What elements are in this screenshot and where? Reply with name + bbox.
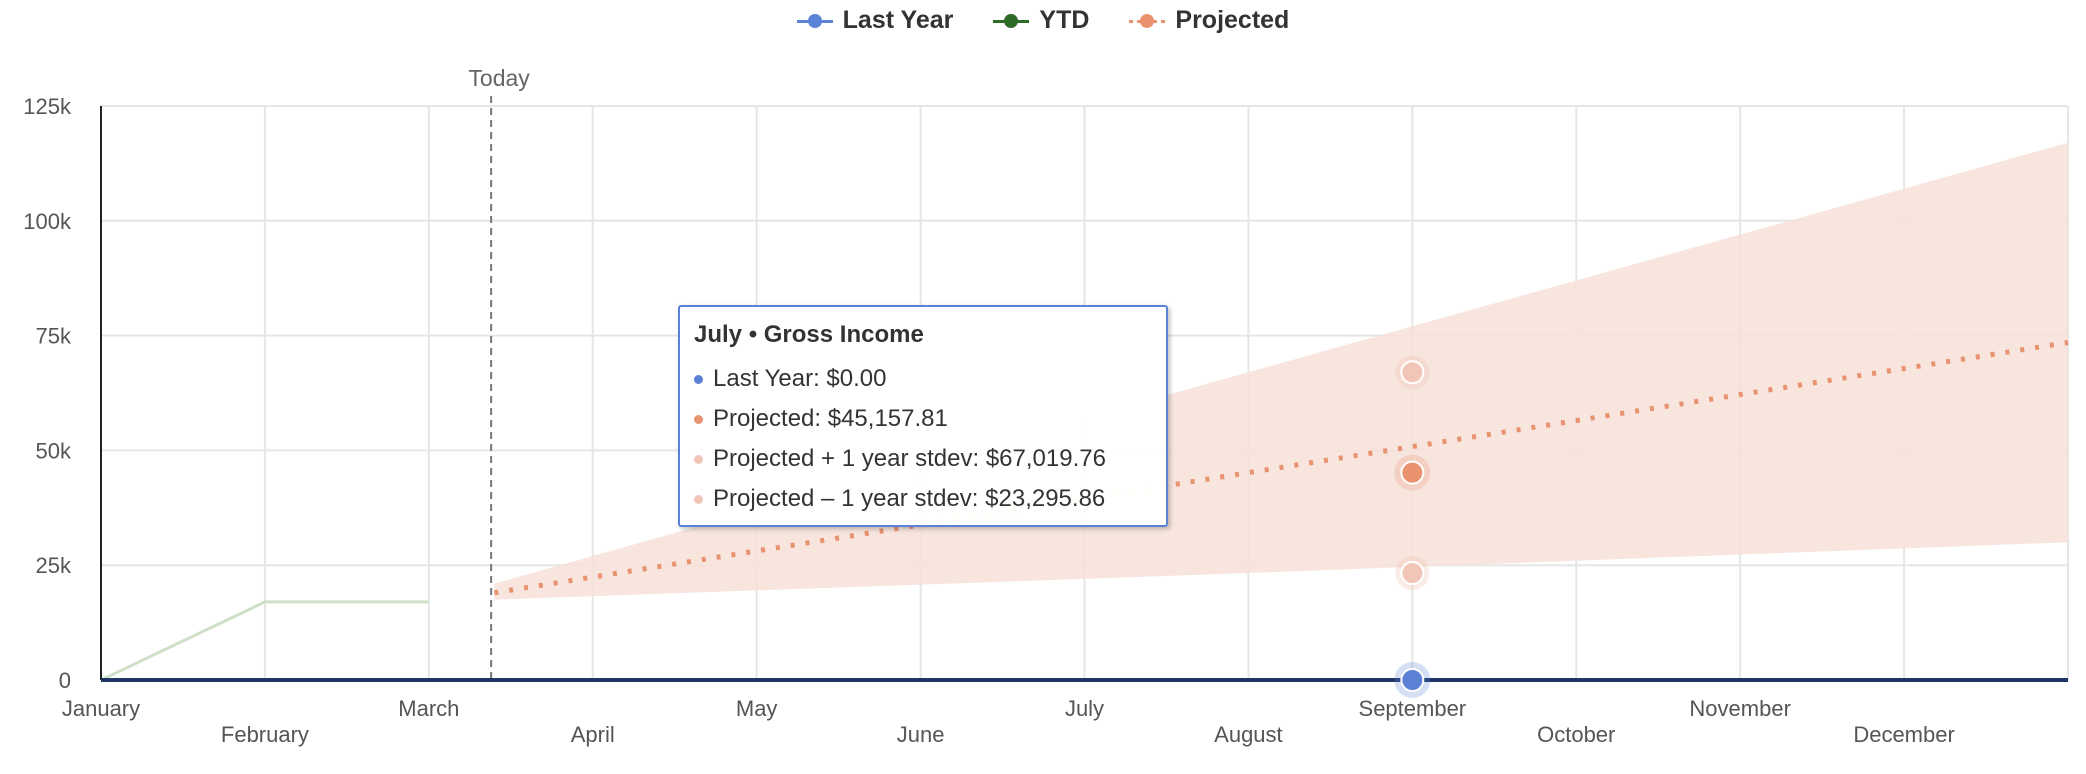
tooltip-dot-lower bbox=[694, 494, 703, 504]
y-tick-label: 100k bbox=[23, 209, 72, 234]
x-tick-label: April bbox=[571, 722, 615, 747]
y-tick-label: 0 bbox=[59, 668, 71, 693]
tooltip-row-upper: Projected + 1 year stdev: $67,019.76 bbox=[694, 439, 1152, 479]
x-tick-label: August bbox=[1214, 722, 1283, 747]
x-tick-label: November bbox=[1689, 696, 1790, 721]
x-tick-label: January bbox=[62, 696, 140, 721]
hover-point-upper bbox=[1400, 360, 1425, 385]
tooltip-text-projected: Projected: $45,157.81 bbox=[713, 405, 948, 432]
x-tick-label: December bbox=[1853, 722, 1954, 747]
x-tick-label: September bbox=[1359, 696, 1467, 721]
tooltip-title: July • Gross Income bbox=[694, 321, 924, 348]
tooltip-dot-last-year bbox=[694, 374, 703, 384]
tooltip-row-last-year: Last Year: $0.00 bbox=[694, 359, 1152, 399]
x-tick-label: October bbox=[1537, 722, 1615, 747]
y-tick-label: 75k bbox=[36, 324, 72, 349]
tooltip-row-lower: Projected – 1 year stdev: $23,295.86 bbox=[694, 479, 1152, 519]
x-tick-label: July bbox=[1065, 696, 1104, 721]
tooltip-row-projected: Projected: $45,157.81 bbox=[694, 399, 1152, 439]
tooltip-text-upper: Projected + 1 year stdev: $67,019.76 bbox=[713, 445, 1106, 472]
x-tick-label: February bbox=[221, 722, 309, 747]
x-tick-label: March bbox=[398, 696, 459, 721]
hover-point-lower bbox=[1400, 561, 1425, 586]
tooltip-text-last-year: Last Year: $0.00 bbox=[713, 365, 887, 392]
tooltip-text-lower: Projected – 1 year stdev: $23,295.86 bbox=[713, 485, 1106, 512]
x-tick-label: June bbox=[897, 722, 945, 747]
chart-tooltip: July • Gross Income Last Year: $0.00 Pro… bbox=[678, 305, 1168, 527]
y-tick-label: 25k bbox=[36, 553, 72, 578]
tooltip-dot-projected bbox=[694, 414, 703, 424]
y-tick-label: 50k bbox=[36, 438, 72, 463]
hover-point-projected bbox=[1400, 460, 1425, 485]
hover-point-last-year bbox=[1400, 668, 1425, 692]
tooltip-dot-upper bbox=[694, 454, 703, 464]
today-marker-label: Today bbox=[468, 65, 530, 91]
y-tick-label: 125k bbox=[23, 94, 72, 119]
x-tick-label: May bbox=[736, 696, 778, 721]
